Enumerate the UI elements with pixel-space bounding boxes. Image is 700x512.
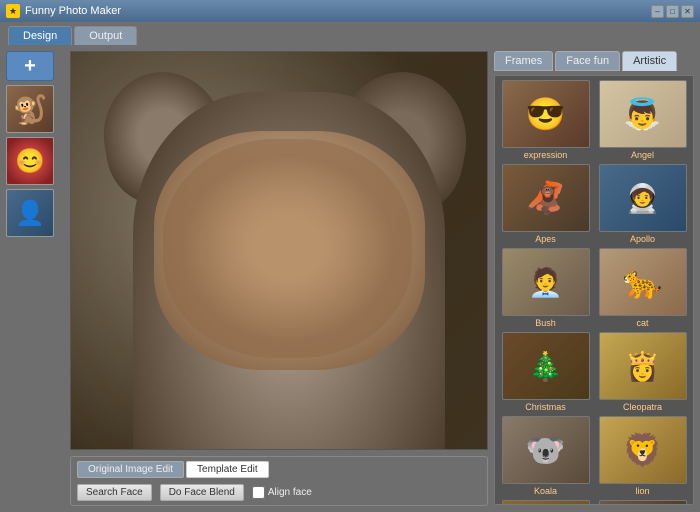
- gallery-thumb-apes: 🦧: [502, 164, 590, 232]
- tab-original-image-edit[interactable]: Original Image Edit: [77, 461, 184, 478]
- gallery-grid: 😎 expression 👼 Angel 🦧: [494, 75, 694, 505]
- gallery-item-cleopatra[interactable]: 👸 Cleopatra: [596, 332, 689, 412]
- gallery-thumb-christmas: 🎄: [502, 332, 590, 400]
- gallery-item-extra1[interactable]: 🌟: [499, 500, 592, 505]
- gallery-item-angel[interactable]: 👼 Angel: [596, 80, 689, 160]
- gallery-item-apollo[interactable]: 🧑‍🚀 Apollo: [596, 164, 689, 244]
- tab-artistic[interactable]: Artistic: [622, 51, 677, 71]
- canvas-area: [70, 51, 488, 450]
- tab-output[interactable]: Output: [74, 26, 137, 45]
- canvas-background: [71, 52, 487, 449]
- app-body: Design Output + 🐒 😊 👤: [0, 22, 700, 512]
- tab-design[interactable]: Design: [8, 26, 72, 45]
- gallery-thumb-cleopatra: 👸: [599, 332, 687, 400]
- bottom-tools: Original Image Edit Template Edit Search…: [70, 456, 488, 506]
- title-bar: ★ Funny Photo Maker – □ ✕: [0, 0, 700, 22]
- app-icon: ★: [6, 4, 20, 18]
- gallery-label-cat: cat: [636, 318, 648, 328]
- gallery-label-koala: Koala: [534, 486, 557, 496]
- align-face-checkbox-row: Align face: [252, 486, 312, 499]
- gallery-thumb-expression: 😎: [502, 80, 590, 148]
- search-face-button[interactable]: Search Face: [77, 484, 152, 501]
- window-controls: – □ ✕: [651, 5, 694, 18]
- top-tab-bar: Design Output: [0, 22, 700, 45]
- gallery-label-expression: expression: [524, 150, 568, 160]
- minimize-button[interactable]: –: [651, 5, 664, 18]
- gallery-thumb-angel: 👼: [599, 80, 687, 148]
- gallery-label-lion: lion: [635, 486, 649, 496]
- gallery-thumb-bush: 🧑‍💼: [502, 248, 590, 316]
- thumbnail-2[interactable]: 😊: [6, 137, 54, 185]
- app-title: Funny Photo Maker: [25, 5, 121, 17]
- gallery-item-extra2[interactable]: 🎭: [596, 500, 689, 505]
- gallery-thumb-apollo: 🧑‍🚀: [599, 164, 687, 232]
- tab-face-fun[interactable]: Face fun: [555, 51, 620, 71]
- gallery-thumb-koala: 🐨: [502, 416, 590, 484]
- face-overlay: [163, 139, 413, 357]
- align-face-checkbox[interactable]: [252, 486, 265, 499]
- right-panel: Frames Face fun Artistic 😎 expression 👼: [494, 51, 694, 506]
- thumbnail-3[interactable]: 👤: [6, 189, 54, 237]
- tab-frames[interactable]: Frames: [494, 51, 553, 71]
- gallery-item-christmas[interactable]: 🎄 Christmas: [499, 332, 592, 412]
- gallery-item-koala[interactable]: 🐨 Koala: [499, 416, 592, 496]
- gallery-label-angel: Angel: [631, 150, 654, 160]
- gallery-thumb-extra2: 🎭: [599, 500, 687, 505]
- close-button[interactable]: ✕: [681, 5, 694, 18]
- gallery-thumb-cat: 🐆: [599, 248, 687, 316]
- gallery-label-christmas: Christmas: [525, 402, 566, 412]
- gallery-label-cleopatra: Cleopatra: [623, 402, 662, 412]
- content-area: + 🐒 😊 👤: [0, 45, 700, 512]
- maximize-button[interactable]: □: [666, 5, 679, 18]
- gallery-label-bush: Bush: [535, 318, 556, 328]
- gallery-thumb-extra1: 🌟: [502, 500, 590, 505]
- gallery-wrapper: 😎 expression 👼 Angel 🦧: [494, 75, 694, 506]
- tab-template-edit[interactable]: Template Edit: [186, 461, 269, 478]
- gallery-item-expression[interactable]: 😎 expression: [499, 80, 592, 160]
- thumbnail-1[interactable]: 🐒: [6, 85, 54, 133]
- add-photo-button[interactable]: +: [6, 51, 54, 81]
- align-face-label: Align face: [268, 487, 312, 498]
- gallery-label-apollo: Apollo: [630, 234, 655, 244]
- gallery-item-lion[interactable]: 🦁 lion: [596, 416, 689, 496]
- gallery-thumb-lion: 🦁: [599, 416, 687, 484]
- bottom-controls: Search Face Do Face Blend Align face: [77, 484, 481, 501]
- title-bar-left: ★ Funny Photo Maker: [6, 4, 121, 18]
- right-tab-bar: Frames Face fun Artistic: [494, 51, 694, 71]
- gallery-label-apes: Apes: [535, 234, 556, 244]
- bottom-tab-bar: Original Image Edit Template Edit: [77, 461, 481, 478]
- left-panel: + 🐒 😊 👤: [6, 51, 64, 506]
- gallery-item-apes[interactable]: 🦧 Apes: [499, 164, 592, 244]
- do-face-blend-button[interactable]: Do Face Blend: [160, 484, 244, 501]
- gallery-item-cat[interactable]: 🐆 cat: [596, 248, 689, 328]
- gallery-item-bush[interactable]: 🧑‍💼 Bush: [499, 248, 592, 328]
- main-canvas: Original Image Edit Template Edit Search…: [70, 51, 488, 506]
